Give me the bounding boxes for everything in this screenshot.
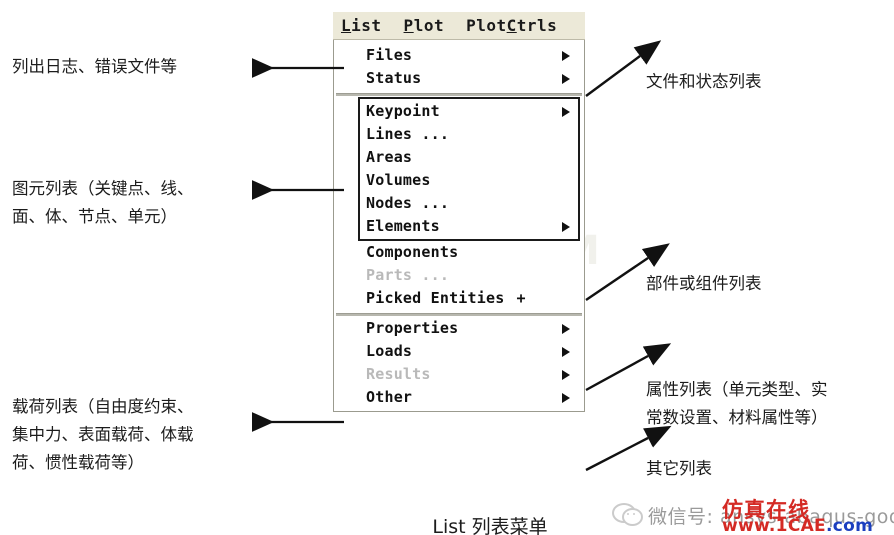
menubar-plotctrls-pre: Plot [466, 15, 507, 35]
submenu-arrow-icon [562, 106, 570, 117]
submenu-arrow-icon [562, 73, 570, 84]
menubar-list-mnemonic: L [341, 15, 352, 35]
menu-item-status-label: Status [366, 69, 422, 87]
menu-item-results-label: Results [366, 365, 431, 383]
annotation-file-status-list: 文件和状态列表 [646, 72, 762, 91]
menubar-plot-post: lot [413, 15, 445, 35]
submenu-arrow-icon [562, 323, 570, 334]
menubar-plotctrls-post: trls [516, 15, 558, 35]
menu-item-loads-label: Loads [366, 342, 413, 360]
menu-item-components[interactable]: Components [334, 241, 584, 264]
list-dropdown-menu: Files Status Keypoint Lines ... Areas Vo… [333, 40, 585, 412]
menu-item-components-label: Components [366, 243, 459, 261]
menu-item-lines[interactable]: Lines ... [334, 123, 584, 146]
figure-caption: List 列表菜单 [432, 516, 548, 535]
menu-item-keypoint[interactable]: Keypoint [334, 100, 584, 123]
site-url-red: www.1CAE [722, 516, 826, 535]
menu-item-picked-entities-label: Picked Entities [366, 289, 505, 307]
menu-item-other-label: Other [366, 388, 413, 406]
submenu-arrow-icon [562, 369, 570, 380]
menu-item-properties[interactable]: Properties [334, 317, 584, 340]
ansys-list-menu-window: List Plot PlotCtrls Files Status Keypoin… [333, 12, 585, 412]
submenu-arrow-icon [562, 392, 570, 403]
menu-group-files-status: Files Status [334, 44, 584, 90]
menu-item-properties-label: Properties [366, 319, 459, 337]
menubar-item-plotctrls[interactable]: PlotCtrls [466, 15, 558, 35]
menu-separator [334, 90, 584, 97]
submenu-arrow-icon [562, 50, 570, 61]
menubar-item-list[interactable]: List [341, 15, 382, 35]
menubar: List Plot PlotCtrls [333, 12, 585, 40]
site-url-watermark: www.1CAE.com [722, 516, 873, 535]
menu-item-parts: Parts ... [334, 264, 584, 287]
menu-item-loads[interactable]: Loads [334, 340, 584, 363]
menu-item-picked-entities-suffix: + [516, 289, 526, 307]
menu-item-nodes[interactable]: Nodes ... [334, 192, 584, 215]
annotation-entity-list: 图元列表（关键点、线、 面、体、节点、单元） [12, 179, 194, 226]
menu-item-elements[interactable]: Elements [334, 215, 584, 238]
menu-item-picked-entities[interactable]: Picked Entities + [334, 287, 584, 310]
menubar-plotctrls-mnemonic: C [506, 15, 517, 35]
site-url-blue: .com [825, 516, 874, 535]
arrow-to-other-list [585, 425, 672, 472]
menu-group-components: Components Parts ... Picked Entities + [334, 241, 584, 310]
annotation-property-list: 属性列表（单元类型、实 常数设置、材料属性等） [646, 380, 828, 427]
menu-item-lines-label: Lines ... [366, 125, 450, 143]
menu-item-volumes-label: Volumes [366, 171, 431, 189]
menu-item-other[interactable]: Other [334, 386, 584, 409]
menu-separator [334, 310, 584, 317]
annotation-log-error-files: 列出日志、错误文件等 [12, 57, 177, 76]
menu-item-files[interactable]: Files [334, 44, 584, 67]
menu-item-areas-label: Areas [366, 148, 413, 166]
annotation-component-list: 部件或组件列表 [646, 274, 762, 293]
menu-group-entities: Keypoint Lines ... Areas Volumes Nodes .… [334, 97, 584, 241]
submenu-arrow-icon [562, 221, 570, 232]
menu-item-elements-label: Elements [366, 217, 440, 235]
menu-item-status[interactable]: Status [334, 67, 584, 90]
menu-group-properties-loads: Properties Loads Results Other [334, 317, 584, 409]
menu-item-keypoint-label: Keypoint [366, 102, 440, 120]
annotation-other-list: 其它列表 [646, 459, 712, 478]
arrow-to-property-list [585, 343, 672, 392]
submenu-arrow-icon [562, 346, 570, 357]
menubar-plot-mnemonic: P [403, 15, 414, 35]
annotation-load-list: 载荷列表（自由度约束、 集中力、表面载荷、体载 荷、惯性载荷等） [12, 397, 194, 472]
menubar-item-plot[interactable]: Plot [403, 15, 445, 35]
menubar-list-post: ist [351, 15, 382, 35]
menu-item-nodes-label: Nodes ... [366, 194, 450, 212]
menu-item-parts-label: Parts ... [366, 266, 450, 284]
menu-item-volumes[interactable]: Volumes [334, 169, 584, 192]
menu-item-files-label: Files [366, 46, 413, 64]
wechat-icon [612, 503, 643, 527]
screenshot-canvas: 1CAE.COM List Plot PlotCtrls Files St [0, 0, 894, 535]
menu-item-areas[interactable]: Areas [334, 146, 584, 169]
arrow-to-file-status-list [585, 40, 662, 97]
menu-item-results: Results [334, 363, 584, 386]
